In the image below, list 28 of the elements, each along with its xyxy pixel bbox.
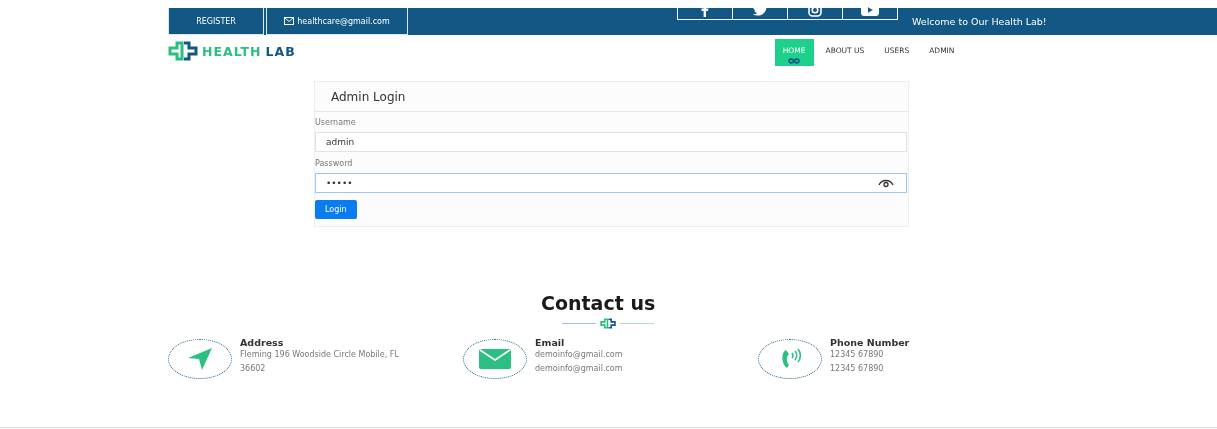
logo-text: HEALTH xyxy=(202,43,262,59)
contact-text: demoinfo@gmail.com xyxy=(535,349,623,361)
register-link[interactable]: REGISTER xyxy=(168,8,264,35)
eye-icon[interactable] xyxy=(878,178,894,188)
contact-text: demoinfo@gmail.com xyxy=(535,363,623,375)
knot-icon xyxy=(788,57,801,65)
envelope-icon xyxy=(479,349,511,369)
contact-text: 12345 67890 xyxy=(830,363,885,375)
section-title: Contact us xyxy=(541,291,657,315)
password-label: Password xyxy=(315,159,353,168)
contact-title: Phone Number xyxy=(830,337,910,348)
navigation-arrow-icon xyxy=(187,347,213,371)
logo-text: LAB xyxy=(265,43,296,59)
cross-logo-icon xyxy=(600,318,616,329)
username-label: Username xyxy=(315,118,356,127)
login-button[interactable]: Login xyxy=(315,200,357,219)
envelope-icon xyxy=(284,17,295,25)
contact-text: 36602 xyxy=(240,363,267,375)
card-title: Admin Login xyxy=(331,89,406,104)
contact-text: Fleming 196 Woodside Circle Mobile, FL xyxy=(240,349,399,361)
contact-text: 12345 67890 xyxy=(830,349,885,361)
email-link[interactable]: healthcare@gmail.com xyxy=(266,8,408,35)
contact-title: Address xyxy=(240,337,285,348)
welcome-text: Welcome to Our Health Lab! xyxy=(912,16,1047,27)
cross-logo-icon xyxy=(168,41,198,61)
username-field[interactable]: admin xyxy=(315,132,907,152)
password-field[interactable]: ••••• xyxy=(315,173,907,193)
contact-title: Email xyxy=(535,337,566,348)
